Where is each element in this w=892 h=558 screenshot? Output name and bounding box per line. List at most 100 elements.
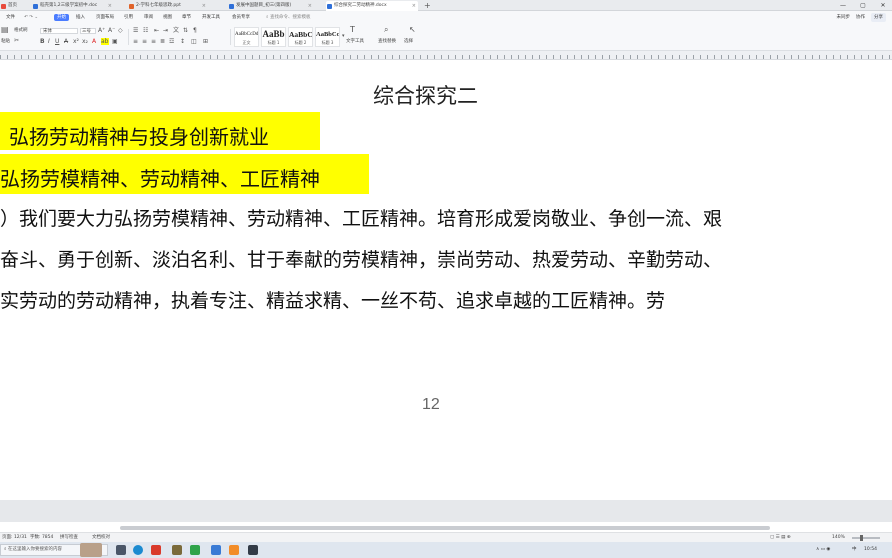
close-window-button[interactable]: ✕: [878, 0, 888, 11]
horizontal-scrollbar[interactable]: [120, 526, 770, 530]
select-cursor-icon[interactable]: ↖: [409, 26, 416, 34]
edge-browser-icon[interactable]: [133, 545, 143, 555]
user-photo-icon[interactable]: [80, 543, 102, 557]
menu-page-layout[interactable]: 页面布局: [96, 14, 114, 21]
app-icon[interactable]: [211, 545, 221, 555]
style-sample: AaBb: [262, 29, 285, 39]
italic-icon[interactable]: I: [48, 38, 50, 45]
minimize-button[interactable]: —: [838, 0, 848, 11]
style-label: 标题 2: [294, 40, 307, 45]
collab-button[interactable]: 协作: [856, 13, 865, 22]
sort-icon[interactable]: ⇅: [183, 27, 188, 34]
tray-icons[interactable]: ∧ ▭ ◉: [816, 542, 830, 558]
style-heading-1[interactable]: AaBb 标题 1: [261, 27, 286, 47]
chinese-layout-icon[interactable]: 文: [173, 27, 179, 34]
menu-right-actions: 未同步 协作 分享: [837, 13, 886, 22]
line-spacing-icon[interactable]: ↕: [180, 38, 185, 45]
show-marks-icon[interactable]: ¶: [193, 27, 197, 34]
tab-label: 首页: [8, 3, 17, 8]
wps-icon[interactable]: [151, 545, 161, 555]
font-size-select[interactable]: 三号: [80, 28, 96, 34]
select-button[interactable]: 选择: [404, 39, 413, 45]
close-icon[interactable]: ×: [308, 1, 312, 11]
app-icon[interactable]: [248, 545, 258, 555]
font-shrink-icon[interactable]: A⁻: [108, 27, 115, 34]
clear-format-icon[interactable]: ◇: [118, 27, 123, 34]
font-grow-icon[interactable]: A⁺: [98, 27, 105, 34]
subscript-icon[interactable]: x₂: [82, 38, 88, 45]
close-icon[interactable]: ×: [108, 1, 112, 11]
app-icon[interactable]: [172, 545, 182, 555]
align-left-icon[interactable]: ≡: [133, 38, 138, 45]
status-bar: 页面: 12/31 字数: 7854 拼写检查 文档校对 ▢ ☰ ▤ ⊕ 140…: [0, 532, 892, 542]
tab-document[interactable]: 发展中国题目_初三(第四版) ×: [228, 1, 314, 11]
find-replace-button[interactable]: 查找替换: [378, 39, 396, 45]
paste-button[interactable]: 粘贴: [1, 39, 10, 45]
share-button[interactable]: 分享: [871, 13, 886, 22]
cut-icon[interactable]: ✂: [14, 37, 19, 44]
format-painter-button[interactable]: 格式刷: [14, 28, 28, 34]
ribbon-separator: [128, 29, 129, 45]
align-center-icon[interactable]: ≡: [142, 38, 147, 45]
command-search[interactable]: ⌕ 查找命令、搜索模板: [266, 14, 310, 21]
section-subheading: 弘扬劳模精神、劳动精神、工匠精神: [0, 167, 320, 191]
char-border-icon[interactable]: ▣: [112, 38, 118, 45]
styles-more-icon[interactable]: ▾: [342, 33, 345, 40]
style-normal[interactable]: AaBbCcDd 正文: [234, 27, 259, 47]
close-icon[interactable]: ×: [412, 1, 416, 11]
app-icon[interactable]: [190, 545, 200, 555]
align-right-icon[interactable]: ≡: [151, 38, 156, 45]
tab-active-document[interactable]: 综合探究二劳动精神.docx ×: [326, 1, 418, 11]
bullet-list-icon[interactable]: ☰: [133, 27, 138, 34]
bold-icon[interactable]: B: [40, 38, 45, 45]
borders-icon[interactable]: ⊞: [203, 38, 208, 45]
indent-decrease-icon[interactable]: ⇤: [154, 27, 159, 34]
app-icon[interactable]: [229, 545, 239, 555]
zoom-slider-handle[interactable]: [860, 535, 863, 541]
style-sample: AaBbCc: [316, 31, 339, 38]
horizontal-ruler[interactable]: [0, 51, 892, 60]
sync-status[interactable]: 未同步: [837, 13, 851, 22]
menu-references[interactable]: 引用: [124, 14, 133, 21]
strikethrough-icon[interactable]: A: [64, 38, 68, 45]
find-replace-icon[interactable]: ⌕: [384, 26, 388, 34]
style-heading-2[interactable]: AaBbC 标题 2: [288, 27, 313, 47]
input-language[interactable]: 中: [852, 542, 857, 558]
font-name-select[interactable]: 宋体: [40, 28, 78, 34]
text-tools-icon[interactable]: T: [350, 26, 355, 34]
tab-presentation[interactable]: 2-学科七年级思政.ppt ×: [128, 1, 208, 11]
underline-icon[interactable]: U: [55, 38, 59, 45]
tab-home[interactable]: 首页: [0, 1, 30, 11]
highlight-icon[interactable]: ab: [101, 38, 109, 45]
clock[interactable]: 10:54: [864, 542, 877, 558]
text-tools-button[interactable]: 文字工具: [346, 39, 364, 45]
numbered-list-icon[interactable]: ☷: [143, 27, 148, 34]
shading-icon[interactable]: ◫: [191, 38, 197, 45]
document-canvas[interactable]: 综合探究二 弘扬劳动精神与投身创新就业 弘扬劳模精神、劳动精神、工匠精神 ）我们…: [0, 60, 892, 500]
menu-developer[interactable]: 开发工具: [202, 14, 220, 21]
paste-icon[interactable]: ▤: [1, 26, 9, 34]
menu-insert[interactable]: 插入: [76, 14, 85, 21]
menu-member[interactable]: 会员专享: [232, 14, 250, 21]
indent-increase-icon[interactable]: ⇥: [163, 27, 168, 34]
distributed-icon[interactable]: ☲: [169, 38, 174, 45]
menu-home[interactable]: 开始: [54, 14, 69, 21]
close-icon[interactable]: ×: [202, 1, 206, 11]
tab-document[interactable]: 稻壳第1,2三级学案初中.doc ×: [32, 1, 114, 11]
task-view-icon[interactable]: [116, 545, 126, 555]
justify-icon[interactable]: ≣: [160, 38, 165, 45]
menu-file[interactable]: 文件: [6, 14, 15, 21]
body-line: ）我们要大力弘扬劳模精神、劳动精神、工匠精神。培育形成爱岗敬业、争创一流、艰: [0, 208, 723, 230]
menu-review[interactable]: 审阅: [144, 14, 153, 21]
font-color-icon[interactable]: A: [92, 38, 96, 45]
style-label: 标题 3: [321, 40, 334, 45]
superscript-icon[interactable]: x²: [73, 38, 79, 45]
new-tab-button[interactable]: +: [424, 0, 431, 11]
menu-undo-icons[interactable]: ↶ ↷ ⌄: [24, 14, 38, 21]
menu-chapter[interactable]: 章节: [182, 14, 191, 21]
doc-file-icon: [327, 4, 332, 9]
menu-view[interactable]: 视图: [163, 14, 172, 21]
zoom-slider[interactable]: [852, 537, 880, 539]
maximize-button[interactable]: ▢: [858, 0, 868, 11]
style-heading-3[interactable]: AaBbCc 标题 3: [315, 27, 340, 47]
